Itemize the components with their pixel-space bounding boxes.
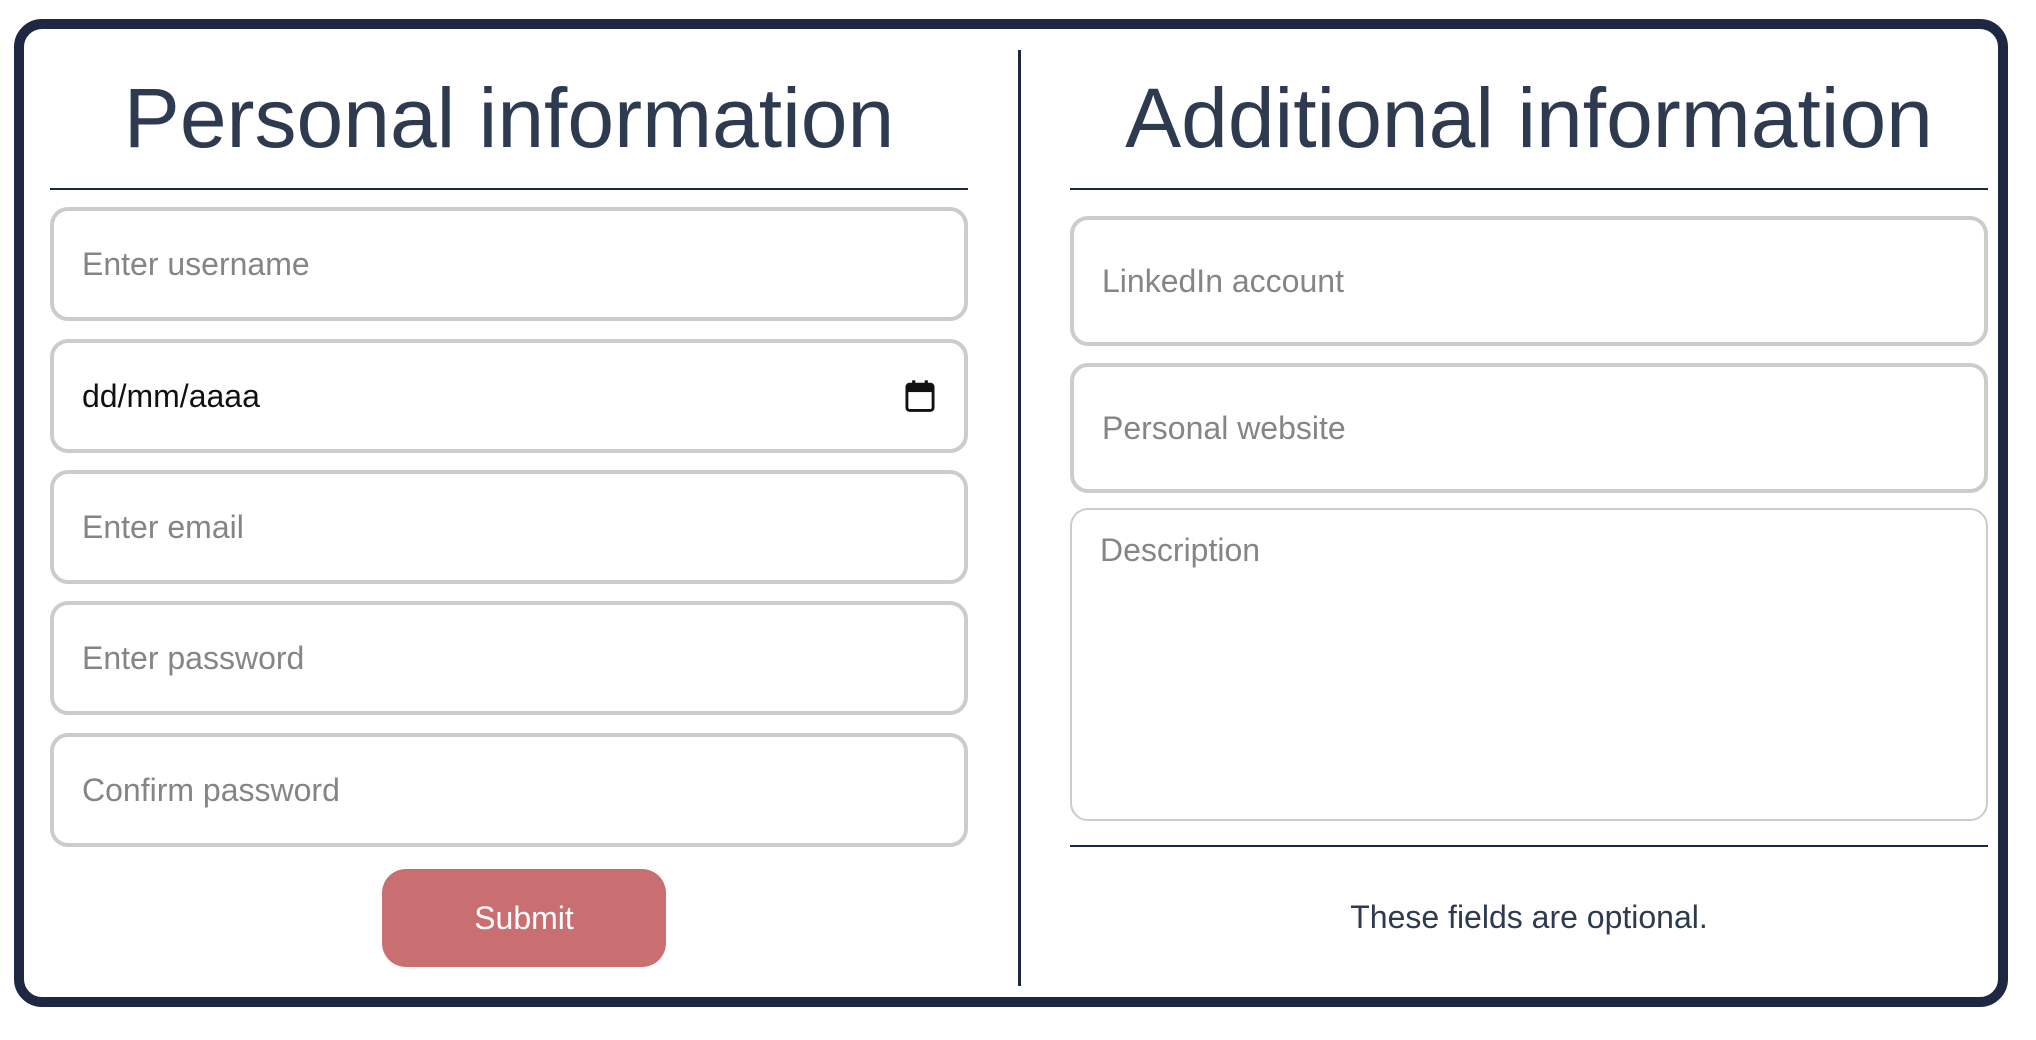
optional-note: These fields are optional. [1350,899,1708,935]
username-field[interactable] [50,207,968,321]
submit-button[interactable]: Submit [382,869,666,967]
linkedin-input[interactable] [1074,262,1984,300]
website-field[interactable] [1070,363,1988,493]
username-input[interactable] [54,245,964,283]
additional-info-divider [1070,188,1988,190]
password-field[interactable] [50,601,968,715]
confirm-password-input[interactable] [54,771,964,809]
description-textarea[interactable] [1072,510,1986,819]
password-input[interactable] [54,639,964,677]
personal-info-title: Personal information [123,71,895,165]
additional-info-title: Additional information [1125,71,1933,165]
confirm-password-field[interactable] [50,733,968,847]
website-input[interactable] [1074,409,1984,447]
email-field[interactable] [50,470,968,584]
description-field[interactable] [1070,508,1988,821]
email-input[interactable] [54,508,964,546]
date-format-text: dd/mm/aaaa [82,377,260,414]
column-divider [1018,50,1021,986]
calendar-icon[interactable] [904,380,936,412]
linkedin-field[interactable] [1070,216,1988,346]
optional-divider [1070,845,1988,847]
personal-info-divider [50,188,968,190]
birthdate-field[interactable]: dd/mm/aaaa [50,339,968,453]
